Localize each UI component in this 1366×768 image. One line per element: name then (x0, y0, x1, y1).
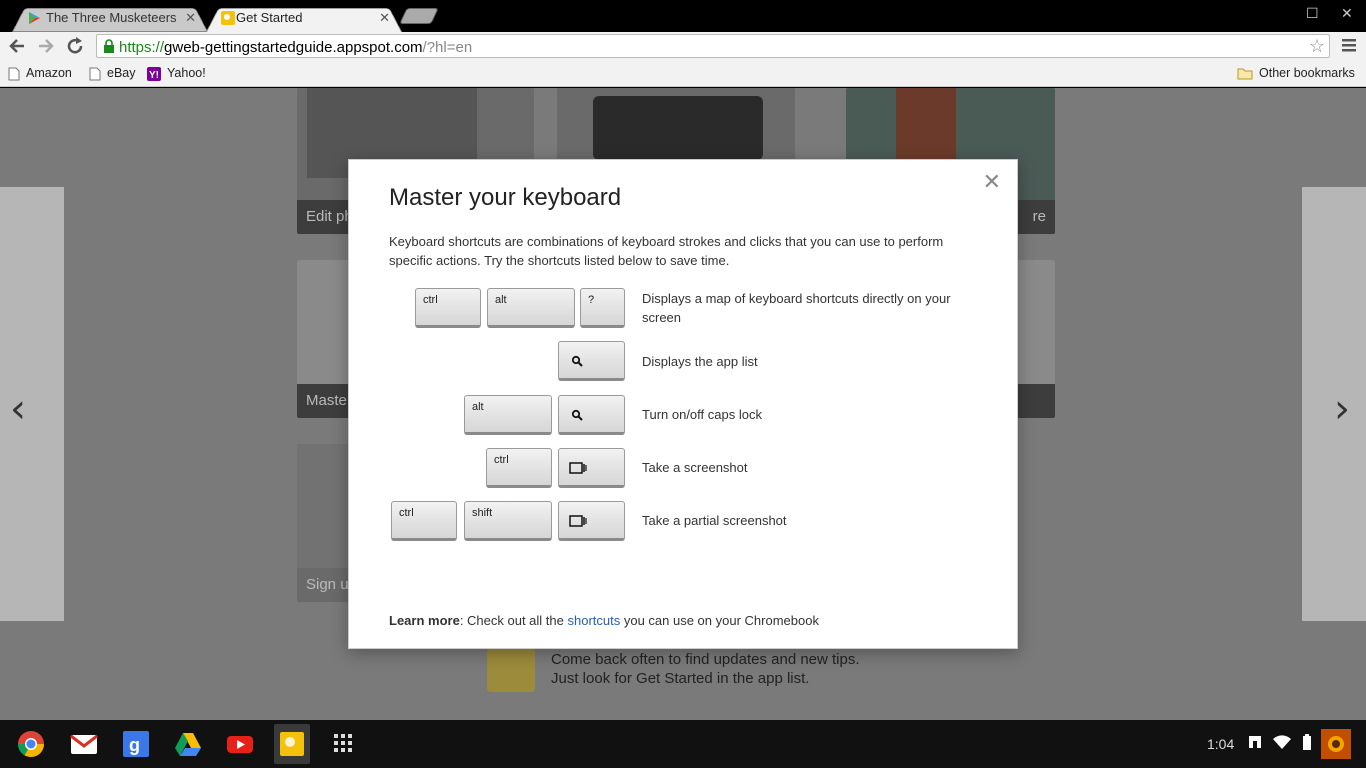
shortcut-description: Displays a map of keyboard shortcuts dir… (642, 291, 951, 325)
reload-icon[interactable] (64, 35, 86, 57)
window-switcher-icon (569, 515, 587, 527)
prev-arrow-icon[interactable]: ‹ (10, 386, 26, 432)
footer-message: Come back often to find updates and new … (551, 651, 860, 687)
svg-text:Y!: Y! (149, 70, 159, 81)
page-icon (89, 67, 101, 81)
shortcut-description: Turn on/off caps lock (642, 407, 762, 422)
search-icon (571, 355, 583, 367)
forward-icon[interactable] (35, 35, 57, 57)
wifi-icon[interactable] (1273, 734, 1291, 750)
chrome-menu-icon[interactable] (1340, 37, 1358, 53)
card-caption (1017, 384, 1055, 418)
key-window-switcher (558, 501, 625, 541)
google-search-icon[interactable]: g (122, 730, 150, 758)
drive-icon[interactable] (174, 730, 202, 758)
key-question: ? (580, 288, 625, 328)
shortcuts-link[interactable]: shortcuts (567, 613, 620, 628)
window-switcher-icon (569, 462, 587, 474)
play-store-icon (29, 12, 40, 24)
bookmark-amazon[interactable]: Amazon (8, 66, 72, 81)
lock-icon (104, 39, 114, 53)
tab-close-icon[interactable]: ✕ (379, 10, 390, 26)
bookmark-yahoo[interactable]: Y! Yahoo! (147, 66, 206, 81)
shortcut-description: Take a partial screenshot (642, 513, 787, 528)
get-started-app-icon (487, 648, 535, 692)
key-ctrl: ctrl (391, 501, 457, 541)
shortcut-row: ctrl alt ? Displays a map of keyboard sh… (349, 288, 1019, 332)
bookmark-ebay[interactable]: eBay (89, 66, 136, 81)
shortcut-row: alt Turn on/off caps lock (349, 395, 1019, 439)
key-ctrl: ctrl (486, 448, 552, 488)
key-search (558, 341, 625, 381)
get-started-icon[interactable] (278, 730, 306, 758)
user-avatar[interactable] (1321, 729, 1351, 759)
chrome-icon[interactable] (17, 730, 45, 758)
tab-title: Get Started (236, 10, 303, 25)
printer-image (593, 96, 763, 160)
clock[interactable]: 1:04 (1207, 736, 1234, 752)
bookmark-star-icon[interactable]: ☆ (1309, 36, 1325, 57)
get-started-favicon (221, 11, 235, 25)
next-arrow-icon[interactable]: › (1334, 386, 1350, 432)
gmail-icon[interactable] (70, 730, 98, 758)
tab-get-started[interactable]: Get Started ✕ (206, 4, 402, 32)
key-alt: alt (464, 395, 552, 435)
page-icon (8, 67, 20, 81)
tab-close-icon[interactable]: ✕ (185, 10, 196, 26)
maximize-icon[interactable]: ☐ (1306, 5, 1319, 22)
app-launcher-icon[interactable] (332, 732, 354, 754)
learn-more-text: Learn more: Check out all the shortcuts … (389, 613, 819, 628)
search-icon (571, 409, 583, 421)
new-tab-button[interactable] (399, 8, 439, 24)
key-alt: alt (487, 288, 575, 328)
shortcut-row: ctrl shift Take a partial screenshot (349, 501, 1019, 545)
shortcut-row: ctrl Take a screenshot (349, 448, 1019, 492)
url-text: https://gweb-gettingstartedguide.appspot… (119, 39, 473, 56)
folder-icon (1237, 68, 1253, 80)
back-icon[interactable] (6, 35, 28, 57)
key-shift: shift (464, 501, 552, 541)
dialog-intro: Keyboard shortcuts are combinations of k… (389, 234, 944, 268)
key-ctrl: ctrl (415, 288, 481, 328)
tab-three-musketeers[interactable]: The Three Musketeers - ✕ (12, 4, 208, 32)
yahoo-icon: Y! (147, 66, 161, 81)
battery-icon[interactable] (1302, 734, 1312, 750)
shortcut-description: Displays the app list (642, 354, 758, 369)
network-icon[interactable] (1247, 734, 1263, 750)
card-right-middle[interactable] (1017, 260, 1055, 418)
key-window-switcher (558, 448, 625, 488)
close-icon[interactable]: ✕ (983, 170, 1001, 195)
shortcut-row: Displays the app list (349, 341, 1019, 385)
shelf: g 1:04 (0, 720, 1366, 768)
youtube-icon[interactable] (226, 730, 254, 758)
shortcut-description: Take a screenshot (642, 460, 748, 475)
tab-strip: The Three Musketeers - ✕ Get Started ✕ ☐… (0, 0, 1366, 32)
svg-text:g: g (129, 735, 140, 755)
key-search (558, 395, 625, 435)
tab-title: The Three Musketeers - (46, 10, 176, 25)
address-bar[interactable]: https://gweb-gettingstartedguide.appspot… (96, 34, 1330, 58)
card-printer[interactable] (557, 88, 795, 160)
keyboard-shortcuts-dialog: ✕ Master your keyboard Keyboard shortcut… (348, 159, 1018, 649)
dialog-title: Master your keyboard (389, 184, 622, 211)
bookmarks-bar: Amazon eBay Y! Yahoo! Other bookmarks (0, 61, 1366, 87)
close-window-icon[interactable]: ✕ (1341, 5, 1353, 22)
other-bookmarks[interactable]: Other bookmarks (1237, 66, 1355, 80)
toolbar: https://gweb-gettingstartedguide.appspot… (0, 32, 1366, 61)
